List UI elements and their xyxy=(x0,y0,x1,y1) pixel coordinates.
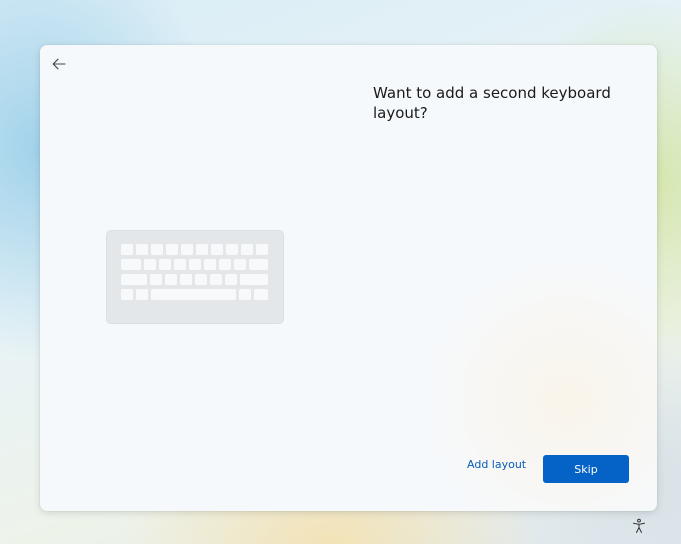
accessibility-icon xyxy=(633,518,645,533)
accessibility-button[interactable] xyxy=(631,518,647,534)
skip-button[interactable]: Skip xyxy=(543,455,629,483)
page-title: Want to add a second keyboard layout? xyxy=(373,84,611,122)
keyboard-icon xyxy=(106,230,284,324)
back-button[interactable] xyxy=(48,53,70,75)
arrow-left-icon xyxy=(52,58,66,70)
add-layout-button[interactable]: Add layout xyxy=(467,458,526,471)
oobe-dialog: Want to add a second keyboard layout? Ad… xyxy=(40,45,657,511)
